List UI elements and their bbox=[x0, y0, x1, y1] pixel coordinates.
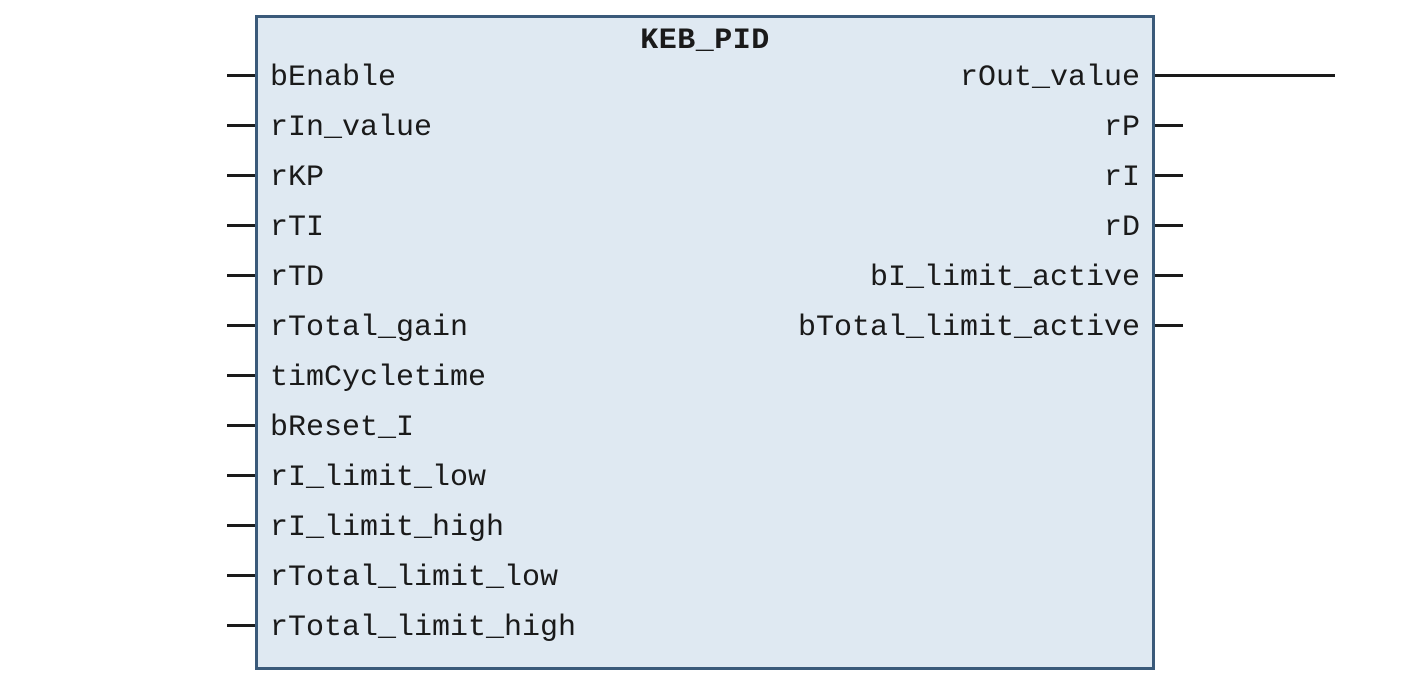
left-pin-stub bbox=[227, 274, 255, 277]
input-pin-rKP: rKP bbox=[270, 163, 324, 193]
left-pin-stub bbox=[227, 224, 255, 227]
output-pin-rP: rP bbox=[1104, 113, 1140, 143]
input-pin-rTotal_limit_high: rTotal_limit_high bbox=[270, 613, 576, 643]
input-pin-rTD: rTD bbox=[270, 263, 324, 293]
right-pin-stub bbox=[1155, 324, 1183, 327]
left-pin-stub bbox=[227, 124, 255, 127]
left-pin-stub bbox=[227, 174, 255, 177]
left-pin-stub bbox=[227, 474, 255, 477]
input-pin-bReset_I: bReset_I bbox=[270, 413, 414, 443]
input-pin-rTotal_limit_low: rTotal_limit_low bbox=[270, 563, 558, 593]
input-pin-rTotal_gain: rTotal_gain bbox=[270, 313, 468, 343]
input-pin-rTI: rTI bbox=[270, 213, 324, 243]
output-pin-bI_limit_active: bI_limit_active bbox=[870, 263, 1140, 293]
diagram-canvas: { "block": { "title": "KEB_PID", "inputs… bbox=[0, 0, 1401, 700]
right-pin-stub bbox=[1155, 274, 1183, 277]
left-pin-stub bbox=[227, 374, 255, 377]
right-pin-stub bbox=[1155, 124, 1183, 127]
left-pin-stub bbox=[227, 624, 255, 627]
right-pin-stub bbox=[1155, 174, 1183, 177]
left-pin-stub bbox=[227, 524, 255, 527]
left-pin-stub bbox=[227, 74, 255, 77]
function-block: KEB_PID bEnablerIn_valuerKPrTIrTDrTotal_… bbox=[255, 15, 1155, 670]
pin-container: bEnable rIn_value rKP rTI rTD rTotal_gain timC… bbox=[258, 18, 1152, 667]
left-pin-stub bbox=[227, 574, 255, 577]
left-pin-stub bbox=[227, 324, 255, 327]
output-pin-rD: rD bbox=[1104, 213, 1140, 243]
left-pin-stub bbox=[227, 424, 255, 427]
input-pin-rIn_value: rIn_value bbox=[270, 113, 432, 143]
input-pin-rI_limit_high: rI_limit_high bbox=[270, 513, 504, 543]
output-pin-rI: rI bbox=[1104, 163, 1140, 193]
right-pin-stub bbox=[1155, 224, 1183, 227]
output-pin-rOut_value: rOut_value bbox=[960, 63, 1140, 93]
input-pin-timCycletime: timCycletime bbox=[270, 363, 486, 393]
input-pin-rI_limit_low: rI_limit_low bbox=[270, 463, 486, 493]
output-pin-bTotal_limit_active: bTotal_limit_active bbox=[798, 313, 1140, 343]
right-pin-stub bbox=[1155, 74, 1335, 77]
input-pin-bEnable: bEnable bbox=[270, 63, 396, 93]
